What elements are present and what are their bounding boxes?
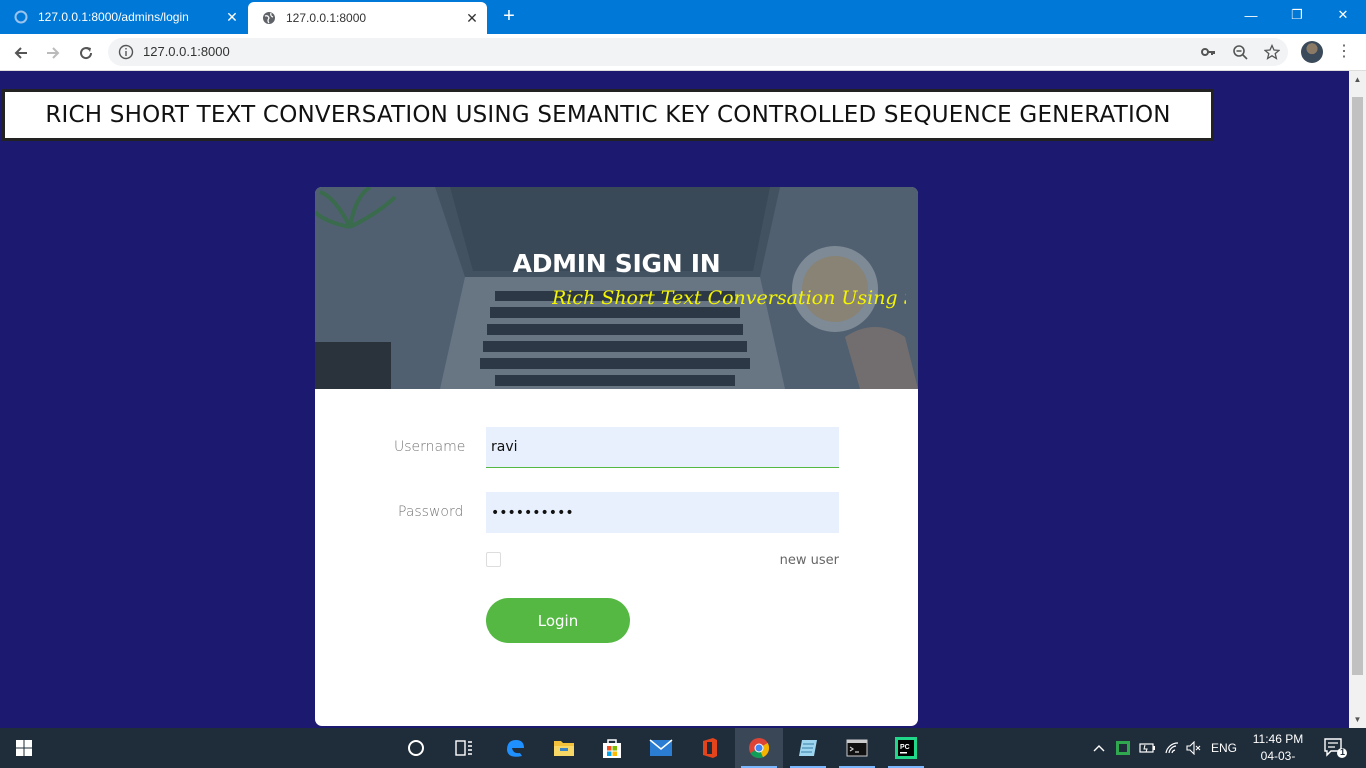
chrome-icon [749,738,770,759]
login-card: ADMIN SIGN IN Rich Short Text Conversati… [315,187,918,726]
username-input[interactable] [486,427,839,468]
login-button[interactable]: Login [486,598,630,643]
back-button[interactable] [8,40,34,66]
language-indicator[interactable]: ENG [1208,728,1240,768]
restore-button[interactable]: ❐ [1274,0,1320,30]
page-header: RICH SHORT TEXT CONVERSATION USING SEMAN… [2,89,1214,141]
page-scrollbar[interactable]: ▲ ▼ [1349,71,1366,728]
bookmark-star-icon[interactable] [1262,42,1282,62]
scroll-down-arrow-icon[interactable]: ▼ [1349,711,1366,728]
back-arrow-icon [14,47,27,59]
cmd-taskbar-button[interactable] [833,728,881,768]
tab-home[interactable]: 127.0.0.1:8000 ✕ [248,2,487,34]
scroll-up-arrow-icon[interactable]: ▲ [1349,71,1366,88]
show-hidden-icons-button[interactable] [1088,728,1110,768]
office-icon [703,738,717,758]
battery-icon[interactable] [1137,728,1159,768]
volume-muted-icon[interactable] [1183,728,1205,768]
browser-toolbar: 127.0.0.1:8000 ⋮ [0,34,1366,71]
clock-time: 11:46 PM [1252,732,1304,746]
profile-avatar[interactable] [1301,41,1323,63]
chevron-up-icon [1093,745,1105,752]
menu-kebab-icon[interactable]: ⋮ [1336,42,1352,64]
username-label: Username [394,439,466,455]
tab-title: 127.0.0.1:8000 [286,11,367,25]
globe-icon [263,12,275,24]
admin-sign-in-title: ADMIN SIGN IN [512,249,721,278]
notification-count: 1 [1340,747,1346,757]
notepad-icon [799,740,817,756]
wifi-icon[interactable] [1161,728,1183,768]
windows-taskbar: PC ENG 11:46 PM 04-03-2020 1 [0,728,1366,768]
terminal-icon [846,739,868,757]
url-text: 127.0.0.1:8000 [143,44,230,59]
password-input[interactable] [486,492,839,533]
address-bar[interactable]: 127.0.0.1:8000 [108,38,1288,66]
new-user-checkbox[interactable] [486,552,501,567]
key-icon[interactable] [1198,42,1218,62]
store-taskbar-button[interactable] [588,728,636,768]
mail-icon [649,739,673,756]
system-clock[interactable]: 11:46 PM 04-03-2020 [1248,731,1308,768]
reload-icon [80,47,93,60]
card-banner: ADMIN SIGN IN Rich Short Text Conversati… [315,187,918,389]
pycharm-icon: PC [895,737,917,759]
windows-logo-icon [16,740,32,756]
cortana-search-button[interactable] [392,728,440,768]
page-title: RICH SHORT TEXT CONVERSATION USING SEMAN… [45,102,1171,128]
new-user-link[interactable]: new user [780,553,839,568]
tab-title: 127.0.0.1:8000/admins/login [38,10,189,24]
forward-button[interactable] [40,40,66,66]
store-bag-icon [603,739,621,758]
svg-text:PC: PC [900,744,910,751]
task-view-button[interactable] [440,728,488,768]
folder-icon [554,741,574,756]
start-button[interactable] [0,728,48,768]
clock-date: 04-03-2020 [1260,749,1296,768]
mail-taskbar-button[interactable] [637,728,685,768]
zoom-icon[interactable] [1230,42,1250,62]
close-window-button[interactable]: ✕ [1320,0,1366,30]
task-view-icon [455,740,472,756]
close-tab-icon[interactable]: ✕ [457,10,487,27]
office-taskbar-button[interactable] [686,728,734,768]
scroll-thumb[interactable] [1352,97,1363,675]
chrome-taskbar-button[interactable] [735,728,783,768]
info-icon[interactable] [118,44,134,60]
close-tab-icon[interactable]: ✕ [217,9,247,26]
browser-tab-strip: 127.0.0.1:8000/admins/login ✕ 127.0.0.1:… [0,0,1366,34]
pycharm-taskbar-button[interactable]: PC [882,728,930,768]
tab-admin-login[interactable]: 127.0.0.1:8000/admins/login ✕ [0,0,247,34]
edge-taskbar-button[interactable] [491,728,539,768]
marquee-subtitle: Rich Short Text Conversation Using S [552,287,906,309]
forward-arrow-icon [47,47,60,59]
tray-app-icon[interactable] [1112,728,1134,768]
reload-button[interactable] [73,40,99,66]
file-explorer-taskbar-button[interactable] [540,728,588,768]
cortana-circle-icon [408,740,424,756]
loading-icon [14,10,28,24]
password-label: Password [398,504,464,520]
action-center-button[interactable]: 1 [1318,728,1352,768]
notes-taskbar-button[interactable] [784,728,832,768]
edge-icon [507,740,524,757]
new-tab-button[interactable]: + [498,6,520,28]
minimize-button[interactable]: — [1228,0,1274,30]
